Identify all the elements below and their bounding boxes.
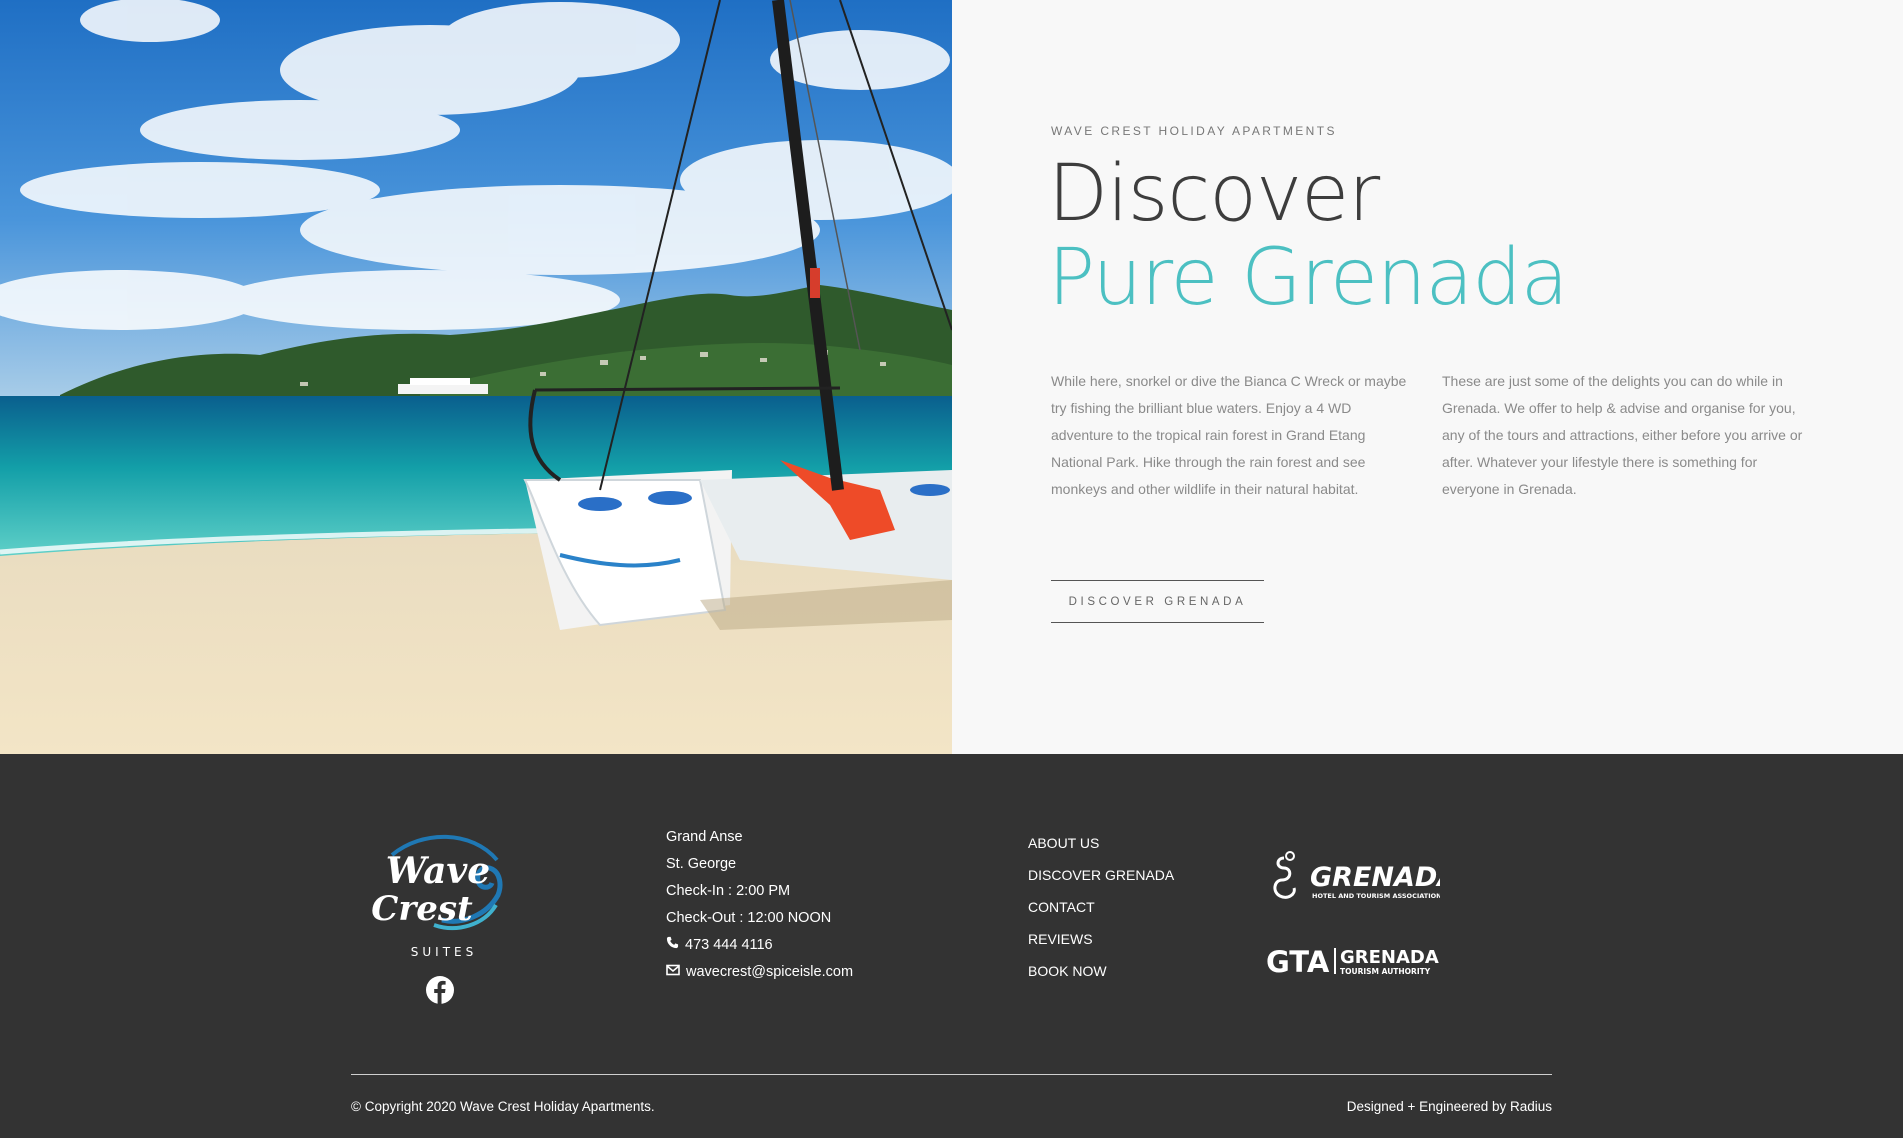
footer-nav: ABOUT US DISCOVER GRENADA CONTACT REVIEW…: [1028, 827, 1174, 987]
footer-nav-reviews[interactable]: REVIEWS: [1028, 923, 1174, 955]
site-footer: Wave Crest SUITES Grand Anse St. George …: [0, 754, 1903, 1138]
wave-crest-logo[interactable]: Wave Crest SUITES: [371, 825, 508, 961]
partner2-name: GRENADA: [1340, 947, 1439, 968]
discover-grenada-button[interactable]: DISCOVER GRENADA: [1051, 580, 1264, 623]
email-row[interactable]: wavecrest@spiceisle.com: [666, 959, 853, 986]
grenada-tourism-authority-logo[interactable]: GTA GRENADA TOURISM AUTHORITY: [1266, 944, 1444, 979]
logo-word-crest: Crest: [372, 889, 473, 929]
hero-section: WAVE CREST HOLIDAY APARTMENTS Discover P…: [0, 0, 1903, 754]
check-out-time: Check-Out : 12:00 NOON: [666, 910, 832, 926]
phone-number: 473 444 4116: [685, 937, 773, 953]
partner1-subtitle: HOTEL AND TOURISM ASSOCIATION: [1312, 892, 1440, 900]
footer-nav-contact[interactable]: CONTACT: [1028, 891, 1174, 923]
hero-beach-photo: [0, 0, 952, 754]
contact-info: Grand Anse St. George Check-In : 2:00 PM…: [666, 824, 853, 986]
hero-paragraph-right: These are just some of the delights you …: [1442, 373, 1803, 497]
partner1-name: GRENADA: [1310, 862, 1440, 893]
footer-nav-about-us[interactable]: ABOUT US: [1028, 827, 1174, 859]
footer-nav-discover-grenada[interactable]: DISCOVER GRENADA: [1028, 859, 1174, 891]
partner2-abbr: GTA: [1266, 945, 1330, 978]
hero-paragraph-left: While here, snorkel or dive the Bianca C…: [1051, 373, 1407, 497]
address-line2: St. George: [666, 856, 737, 872]
logo-subtitle: SUITES: [411, 945, 477, 959]
phone-icon: [666, 932, 679, 959]
email-address: wavecrest@spiceisle.com: [686, 964, 854, 980]
partner2-subtitle: TOURISM AUTHORITY: [1340, 967, 1431, 976]
check-in-time: Check-In : 2:00 PM: [666, 883, 791, 899]
footer-nav-book-now[interactable]: BOOK NOW: [1028, 955, 1174, 987]
grenada-hotel-tourism-association-logo[interactable]: GRENADA HOTEL AND TOURISM ASSOCIATION: [1270, 850, 1458, 914]
envelope-icon: [666, 959, 680, 986]
logo-word-wave: Wave: [386, 850, 490, 892]
hero-title-line2: Pure Grenada: [1048, 233, 1569, 323]
designer-credit[interactable]: Designed + Engineered by Radius: [1347, 1099, 1552, 1114]
facebook-icon[interactable]: [426, 976, 454, 1004]
address-line1: Grand Anse: [666, 829, 743, 845]
hero-title-line1: Discover: [1048, 149, 1380, 239]
copyright-text: © Copyright 2020 Wave Crest Holiday Apar…: [351, 1099, 655, 1114]
hero-eyebrow: WAVE CREST HOLIDAY APARTMENTS: [1051, 124, 1337, 138]
phone-row[interactable]: 473 444 4116: [666, 932, 853, 959]
footer-divider: [351, 1074, 1552, 1075]
hero-content: WAVE CREST HOLIDAY APARTMENTS Discover P…: [1048, 0, 1851, 754]
